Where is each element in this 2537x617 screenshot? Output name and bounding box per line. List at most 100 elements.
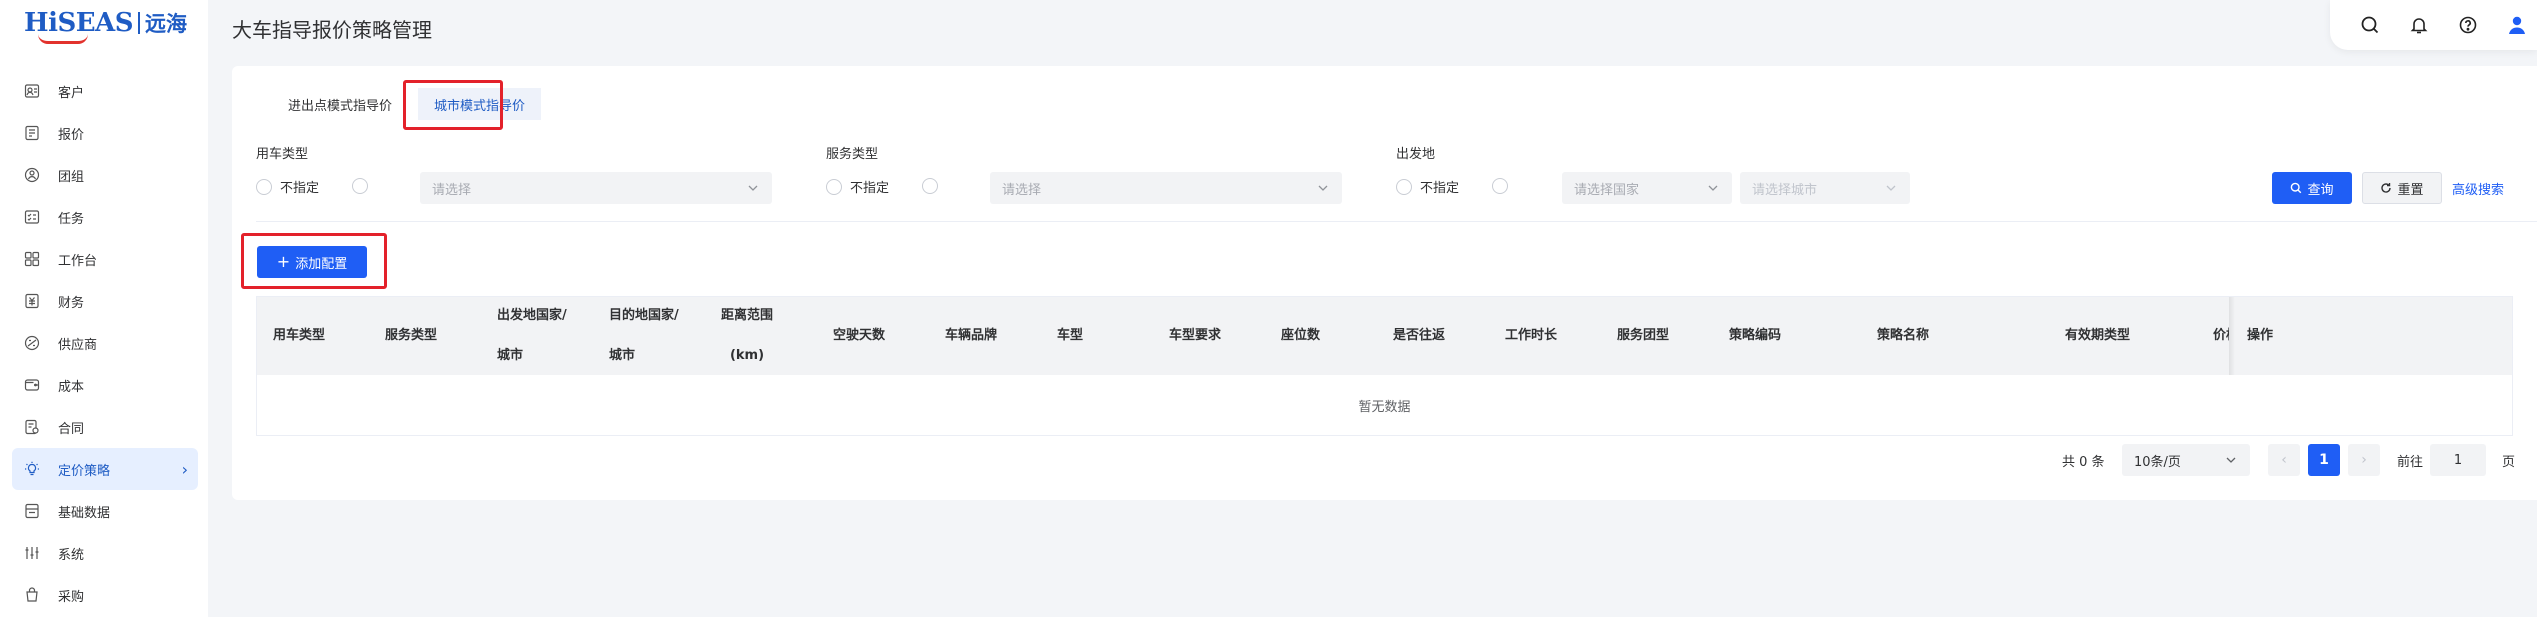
sidebar-item-database[interactable]: 基础数据	[12, 490, 198, 532]
sidebar-item-label: 财务	[58, 295, 85, 311]
sidebar-item-label: 定价策略	[58, 463, 111, 479]
query-button[interactable]: 查询	[2272, 172, 2352, 204]
sidebar-item-label: 任务	[58, 211, 85, 227]
sidebar-menu: 客户 报价 团组 任务 工作台 财务 供应商 成本 合同 定价策略 › 基础数据…	[12, 70, 198, 616]
col-vehicle-type: 用车类型	[273, 328, 326, 343]
service-type-select-radio[interactable]	[922, 178, 938, 194]
sidebar-item-label: 成本	[58, 379, 85, 395]
sidebar-item-quote[interactable]: 报价	[12, 112, 198, 154]
cost-icon	[24, 377, 40, 393]
sidebar-item-workbench[interactable]: 工作台	[12, 238, 198, 280]
sidebar-item-label: 合同	[58, 421, 85, 437]
sidebar-item-label: 团组	[58, 169, 85, 185]
chevron-down-icon	[1318, 185, 1328, 191]
col-empty-days: 空驶天数	[833, 328, 886, 343]
goto-page-input[interactable]: 1	[2430, 444, 2486, 476]
col-price: 价格	[2213, 328, 2229, 343]
supplier-icon	[24, 335, 40, 351]
sidebar-item-label: 报价	[58, 127, 85, 143]
sidebar-item-purchase[interactable]: 采购	[12, 574, 198, 616]
database-icon	[24, 503, 40, 519]
sidebar-item-finance[interactable]: 财务	[12, 280, 198, 322]
col-destination: 目的地国家/ 城市	[609, 308, 679, 363]
quote-icon	[24, 125, 40, 141]
contract-icon	[24, 419, 40, 435]
col-round-trip: 是否往返	[1393, 328, 1446, 343]
user-icon[interactable]	[2505, 13, 2529, 37]
page-1-button[interactable]: 1	[2308, 444, 2340, 476]
vehicle-type-label: 用车类型	[256, 147, 309, 162]
help-icon[interactable]	[2456, 13, 2480, 37]
sidebar-item-supplier[interactable]: 供应商	[12, 322, 198, 364]
pricing-icon	[24, 461, 40, 477]
reset-button-label: 重置	[2397, 182, 2424, 198]
service-type-unspecified-radio[interactable]: 不指定	[826, 177, 889, 196]
purchase-icon	[24, 587, 40, 603]
tab-entry-exit-mode[interactable]: 进出点模式指导价	[272, 88, 408, 120]
col-departure: 出发地国家/ 城市	[497, 308, 567, 363]
radio-label: 不指定	[1420, 181, 1460, 196]
main-card: 进出点模式指导价 城市模式指导价 用车类型 不指定 请选择 服务类型 不指定 请…	[232, 66, 2537, 500]
next-page-button[interactable]: ›	[2348, 444, 2380, 476]
page-size-value: 10条/页	[2134, 454, 2181, 470]
departure-city-select[interactable]: 请选择城市	[1740, 172, 1910, 204]
search-icon[interactable]	[2358, 13, 2382, 37]
departure-select-radio[interactable]	[1492, 178, 1508, 194]
page-unit-label: 页	[2502, 455, 2516, 470]
system-icon	[24, 545, 40, 561]
page-size-select[interactable]: 10条/页	[2122, 444, 2250, 476]
fixed-column-shadow	[2229, 297, 2235, 375]
radio-label: 不指定	[280, 181, 320, 196]
sidebar-item-label: 客户	[58, 85, 85, 101]
select-placeholder: 请选择城市	[1752, 182, 1818, 198]
logo-swoosh	[38, 34, 88, 44]
col-strategy-code: 策略编码	[1729, 328, 1782, 343]
workbench-icon	[24, 251, 40, 267]
sidebar-item-group[interactable]: 团组	[12, 154, 198, 196]
select-placeholder: 请选择	[432, 182, 472, 198]
select-placeholder: 请选择国家	[1574, 182, 1640, 198]
departure-country-select[interactable]: 请选择国家	[1562, 172, 1732, 204]
logo: HiSEAS 远海	[24, 8, 187, 44]
departure-unspecified-radio[interactable]: 不指定	[1396, 177, 1459, 196]
service-type-select[interactable]: 请选择	[990, 172, 1342, 204]
logo-cn: 远海	[145, 11, 187, 36]
col-vehicle-brand: 车辆品牌	[945, 328, 998, 343]
reset-button[interactable]: 重置	[2362, 172, 2442, 204]
bell-icon[interactable]	[2407, 13, 2431, 37]
sidebar-item-label: 系统	[58, 547, 85, 563]
advanced-search-link[interactable]: 高级搜索	[2452, 179, 2504, 198]
chevron-down-icon	[1708, 185, 1718, 191]
goto-label: 前往	[2397, 455, 2424, 470]
sidebar-item-pricing[interactable]: 定价策略 ›	[12, 448, 198, 490]
prev-page-button[interactable]: ‹	[2268, 444, 2300, 476]
filter-divider	[256, 221, 2537, 222]
vehicle-type-select[interactable]: 请选择	[420, 172, 772, 204]
col-seats: 座位数	[1281, 328, 1321, 343]
chevron-down-icon	[748, 185, 758, 191]
task-icon	[24, 209, 40, 225]
col-vehicle-model: 车型	[1057, 328, 1084, 343]
col-validity-type: 有效期类型	[2065, 328, 2131, 343]
sidebar-item-cost[interactable]: 成本	[12, 364, 198, 406]
vehicle-type-unspecified-radio[interactable]: 不指定	[256, 177, 319, 196]
col-work-hours: 工作时长	[1505, 328, 1558, 343]
radio-circle	[826, 178, 842, 195]
highlight-box-add	[241, 233, 387, 289]
sidebar-item-system[interactable]: 系统	[12, 532, 198, 574]
sidebar-item-contract[interactable]: 合同	[12, 406, 198, 448]
sidebar-item-customer[interactable]: 客户	[12, 70, 198, 112]
search-icon	[2291, 182, 2302, 194]
sidebar-item-label: 基础数据	[58, 505, 111, 521]
departure-label: 出发地	[1396, 147, 1436, 162]
refresh-icon	[2381, 183, 2392, 193]
sidebar-item-task[interactable]: 任务	[12, 196, 198, 238]
pagination-total: 共 0 条	[2062, 455, 2105, 470]
page-title: 大车指导报价策略管理	[232, 18, 432, 42]
sidebar-item-label: 采购	[58, 589, 85, 605]
vehicle-type-select-radio[interactable]	[352, 178, 368, 194]
select-placeholder: 请选择	[1002, 182, 1042, 198]
chevron-down-icon	[1886, 185, 1896, 191]
chevron-down-icon	[2226, 457, 2236, 463]
radio-circle	[256, 178, 272, 195]
